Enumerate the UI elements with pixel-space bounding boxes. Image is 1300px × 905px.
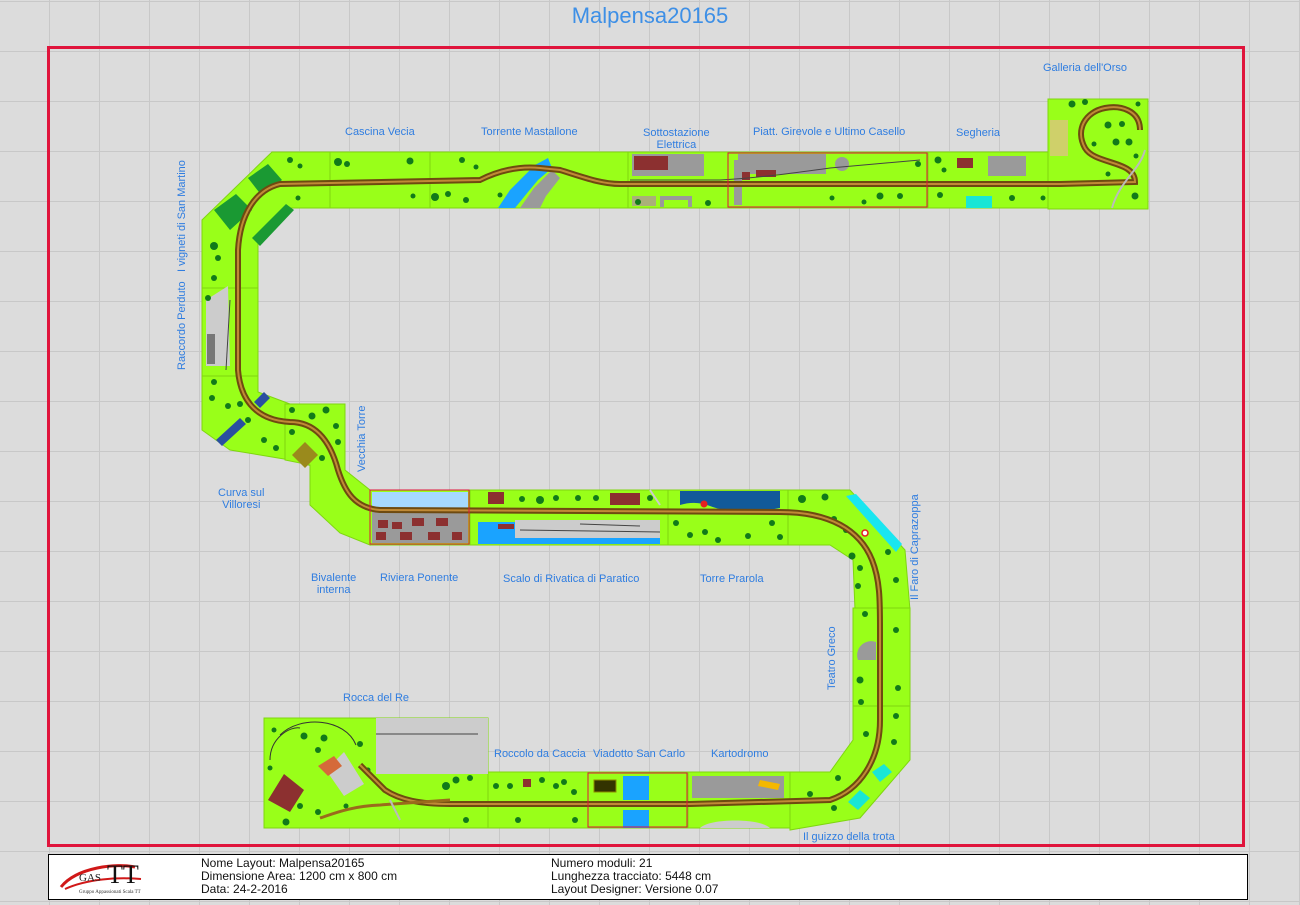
label-viadotto: Viadotto San Carlo bbox=[593, 748, 686, 760]
riviera-house-2 bbox=[392, 522, 402, 529]
label-torrente: Torrente Mastallone bbox=[481, 126, 578, 138]
riviera-house-3 bbox=[412, 518, 424, 526]
label-vigneti: I vigneti di San Martino bbox=[176, 160, 188, 272]
viaduct-water-2 bbox=[623, 810, 649, 828]
riviera-sea bbox=[372, 492, 468, 508]
info-designer: Layout Designer: Versione 0.07 bbox=[551, 882, 719, 896]
modules bbox=[201, 98, 1149, 831]
riviera-house-1 bbox=[378, 520, 388, 528]
label-bivalente-line2: interna bbox=[316, 584, 351, 596]
substation-building bbox=[634, 156, 668, 170]
label-curva: Curva sul Villoresi bbox=[218, 487, 264, 511]
label-faro: Il Faro di Caprazoppa bbox=[909, 494, 921, 600]
label-sottostazione: Sottostazione Elettrica bbox=[643, 127, 710, 151]
faro-lighthouse bbox=[861, 529, 869, 537]
scalo-building-2 bbox=[610, 493, 640, 505]
riviera-house-8 bbox=[452, 532, 462, 540]
logo-tt: TT bbox=[107, 860, 139, 889]
prarola-tower bbox=[700, 500, 708, 508]
label-piatt: Piatt. Girevole e Ultimo Casello bbox=[753, 126, 906, 138]
depot-ground bbox=[738, 154, 826, 174]
rocca-castle-yard bbox=[376, 718, 488, 774]
label-curva-line1: Curva sul bbox=[218, 487, 265, 499]
gas-tt-logo: GAS TT Gruppo Appassionati Scala TT bbox=[59, 860, 142, 895]
label-guizzo: Il guizzo della trota bbox=[803, 831, 895, 843]
label-kartodromo: Kartodromo bbox=[711, 748, 769, 760]
scalo-building-1 bbox=[488, 492, 504, 504]
logo-gas: GAS bbox=[79, 872, 101, 884]
label-vecchia-torre: Vecchia Torre bbox=[356, 405, 368, 472]
tunnel-field bbox=[1050, 120, 1068, 156]
label-rocca: Rocca del Re bbox=[343, 692, 410, 704]
label-bivalente-line1: Bivalente bbox=[311, 572, 357, 584]
viaduct-water-1 bbox=[623, 776, 649, 800]
sawmill-building bbox=[957, 158, 973, 168]
label-torre-prarola: Torre Prarola bbox=[700, 573, 764, 585]
info-panel: GAS TT Gruppo Appassionati Scala TT Nome… bbox=[48, 854, 1248, 900]
riviera-house-4 bbox=[436, 518, 448, 526]
label-roccolo: Roccolo da Caccia bbox=[494, 748, 586, 760]
label-raccordo: Raccordo Perduto bbox=[176, 281, 188, 370]
riviera-house-7 bbox=[428, 532, 440, 540]
riviera-house-5 bbox=[376, 532, 386, 540]
scalo-building-3 bbox=[498, 524, 514, 529]
label-teatro: Teatro Greco bbox=[826, 626, 838, 690]
siding-building bbox=[207, 334, 215, 364]
viaduct-house bbox=[593, 779, 617, 793]
sawmill-pond bbox=[966, 196, 992, 208]
label-bivalente: Bivalente interna bbox=[311, 572, 356, 596]
roccolo-house bbox=[523, 779, 531, 787]
label-segheria: Segheria bbox=[956, 127, 1001, 139]
info-data: Data: 24-2-2016 bbox=[201, 882, 288, 896]
label-sottostazione-line1: Sottostazione bbox=[643, 127, 710, 139]
label-galleria: Galleria dell'Orso bbox=[1043, 62, 1128, 74]
riviera-house-6 bbox=[400, 532, 412, 540]
logo-subtitle: Gruppo Appassionati Scala TT bbox=[79, 890, 141, 895]
label-cascina: Cascina Vecia bbox=[345, 126, 415, 138]
module-curve-bottom-right bbox=[787, 705, 911, 831]
label-curva-line2: Villoresi bbox=[222, 499, 261, 511]
label-sottostazione-line2: Elettrica bbox=[656, 139, 697, 151]
sawmill-yard bbox=[988, 156, 1026, 176]
turntable bbox=[835, 157, 849, 171]
label-scalo: Scalo di Rivatica di Paratico bbox=[503, 573, 640, 585]
label-riviera: Riviera Ponente bbox=[380, 572, 459, 584]
module-faro bbox=[787, 489, 911, 611]
scalo-yard bbox=[515, 520, 660, 538]
